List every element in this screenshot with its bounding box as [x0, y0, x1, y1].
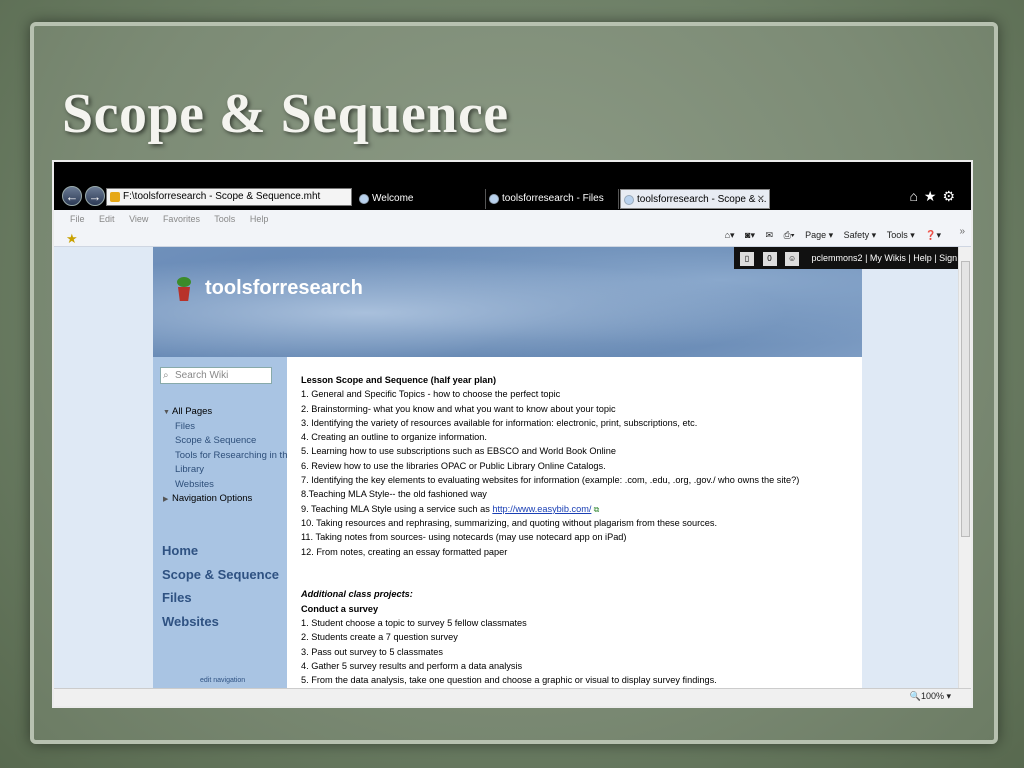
home-favorites-settings-icons[interactable]: ⌂★⚙: [909, 188, 961, 205]
tab-files[interactable]: toolsforresearch - Files: [486, 189, 619, 209]
wiki-site-name[interactable]: toolsforresearch: [205, 277, 363, 300]
menu-edit[interactable]: Edit: [99, 214, 115, 224]
loading-icon: [359, 194, 369, 204]
view-toggle-icon[interactable]: ▯: [740, 251, 754, 266]
menu-items: File Edit View Favorites Tools Help: [70, 214, 276, 224]
additional-heading: Additional class projects:: [301, 589, 413, 600]
ie-page-icon: [489, 194, 499, 204]
menu-bar: File Edit View Favorites Tools Help ★ ⌂▾…: [54, 210, 971, 247]
list-item: 3. Identifying the variety of resources …: [301, 417, 698, 428]
page-tree: ▼ All Pages Files Scope & Sequence Tools …: [163, 405, 293, 507]
tools-menu[interactable]: Tools ▾: [887, 230, 915, 240]
menu-file[interactable]: File: [70, 214, 85, 224]
tree-all-pages[interactable]: ▼ All Pages: [163, 405, 293, 420]
menu-help[interactable]: Help: [250, 214, 269, 224]
expanded-icon: ▼: [163, 409, 170, 416]
tree-page-files[interactable]: Files: [163, 420, 293, 435]
address-text: F:\toolsforresearch - Scope & Sequence.m…: [123, 191, 321, 202]
list-item: 12. From notes, creating an essay format…: [301, 546, 508, 557]
list-item: 3. Pass out survey to 5 classmates: [301, 646, 443, 657]
tree-page-scope-sequence[interactable]: Scope & Sequence: [163, 434, 293, 449]
nav-scope-sequence[interactable]: Scope & Sequence: [162, 563, 279, 587]
search-placeholder: Search Wiki: [175, 370, 229, 381]
scrollbar-thumb[interactable]: [961, 261, 970, 537]
nav-files[interactable]: Files: [162, 586, 279, 610]
add-favorites-icon[interactable]: ★: [66, 231, 78, 247]
list-item: 2. Students create a 7 question survey: [301, 632, 458, 643]
close-tab-icon[interactable]: ✕: [757, 190, 765, 208]
list-item: 9. Teaching MLA Style using a service su…: [301, 503, 600, 514]
nav-websites[interactable]: Websites: [162, 610, 279, 634]
chevron-more-icon[interactable]: »: [959, 226, 965, 237]
browser-titlebar: ← → F:\toolsforresearch - Scope & Sequen…: [54, 162, 971, 210]
wiki-sidebar: ⌕ Search Wiki ▼ All Pages Files Scope & S…: [153, 357, 293, 688]
ie-page-icon: [624, 195, 634, 205]
tab-label: toolsforresearch - Scope & ...: [637, 194, 767, 205]
help-menu[interactable]: ❓▾: [925, 230, 941, 240]
list-item: 5. From the data analysis, take one ques…: [301, 675, 717, 686]
user-links[interactable]: pclemmons2 | My Wikis | Help | Sign Out: [812, 253, 958, 263]
list-item: 1. General and Specific Topics - how to …: [301, 389, 561, 400]
tab-scope-sequence[interactable]: toolsforresearch - Scope & ... ✕: [620, 189, 770, 209]
tree-navigation-options[interactable]: ▶ Navigation Options: [163, 492, 293, 507]
list-item: 5. Learning how to use subscriptions suc…: [301, 446, 616, 457]
collapsed-icon: ▶: [163, 496, 169, 503]
tab-label: toolsforresearch - Files: [502, 193, 604, 204]
slide-title: Scope & Sequence: [62, 83, 509, 145]
tab-label: Welcome: [372, 193, 414, 204]
command-bar: ⌂▾ ◙▾ ✉ ⎙▾ Page ▾ Safety ▾ Tools ▾ ❓▾: [717, 230, 941, 241]
nav-home[interactable]: Home: [162, 539, 279, 563]
forward-button[interactable]: →: [85, 186, 105, 206]
safety-menu[interactable]: Safety ▾: [844, 230, 877, 240]
wiki-content: Lesson Scope and Sequence (half year pla…: [287, 357, 862, 688]
search-wiki-input[interactable]: ⌕ Search Wiki: [160, 367, 272, 384]
mail-icon[interactable]: ✉: [766, 230, 774, 240]
print-icon[interactable]: ⎙▾: [784, 230, 795, 240]
status-bar: 🔍100% ▾: [54, 688, 971, 706]
wiki-navigation: Home Scope & Sequence Files Websites: [162, 539, 279, 633]
wiki-user-bar: ▯ 0 ☺ pclemmons2 | My Wikis | Help | Sig…: [734, 247, 958, 269]
page-viewport: toolsforresearch ▯ 0 ☺ pclemmons2 | My W…: [54, 247, 958, 688]
content-text: Lesson Scope and Sequence (half year pla…: [301, 373, 799, 688]
address-bar[interactable]: F:\toolsforresearch - Scope & Sequence.m…: [106, 188, 352, 206]
content-heading: Lesson Scope and Sequence (half year pla…: [301, 375, 497, 385]
back-button[interactable]: ←: [62, 186, 82, 206]
edit-navigation-link[interactable]: edit navigation: [200, 677, 245, 684]
tree-page-library[interactable]: Library: [163, 463, 293, 478]
list-item: 10. Taking resources and rephrasing, sum…: [301, 517, 718, 528]
menu-favorites[interactable]: Favorites: [163, 214, 200, 224]
plant-logo-icon: [175, 277, 193, 303]
page-icon: [110, 192, 120, 202]
search-icon: ⌕: [163, 370, 169, 381]
list-item: 1. Student choose a topic to survey 5 fe…: [301, 618, 527, 629]
browser-screenshot: ← → F:\toolsforresearch - Scope & Sequen…: [52, 160, 973, 708]
vertical-scrollbar[interactable]: [958, 247, 971, 688]
external-link-icon: ⧉: [591, 504, 600, 514]
list-item: 4. Creating an outline to organize infor…: [301, 432, 487, 443]
home-icon[interactable]: ⌂▾: [725, 230, 735, 240]
user-avatar-icon[interactable]: ☺: [785, 251, 800, 266]
tab-welcome[interactable]: Welcome: [356, 189, 486, 209]
list-item: 4. Gather 5 survey results and perform a…: [301, 660, 523, 671]
list-item: 8.Teaching MLA Style-- the old fashioned…: [301, 489, 487, 500]
zoom-level[interactable]: 🔍100% ▾: [910, 691, 951, 702]
tree-page-tools[interactable]: Tools for Researching in the: [163, 449, 293, 464]
easybib-link[interactable]: http://www.easybib.com/: [492, 504, 591, 514]
menu-tools[interactable]: Tools: [214, 214, 235, 224]
survey-heading: Conduct a survey: [301, 603, 379, 614]
feeds-icon[interactable]: ◙▾: [745, 230, 755, 240]
list-item: 7. Identifying the key elements to evalu…: [301, 475, 800, 486]
list-item: 6. Review how to use the libraries OPAC …: [301, 460, 606, 471]
list-item: 11. Taking notes from sources- using not…: [301, 532, 627, 543]
notification-count[interactable]: 0: [762, 251, 777, 266]
page-menu[interactable]: Page ▾: [805, 230, 833, 240]
menu-view[interactable]: View: [129, 214, 148, 224]
list-item: 2. Brainstorming- what you know and what…: [301, 403, 616, 414]
tree-page-websites[interactable]: Websites: [163, 478, 293, 493]
